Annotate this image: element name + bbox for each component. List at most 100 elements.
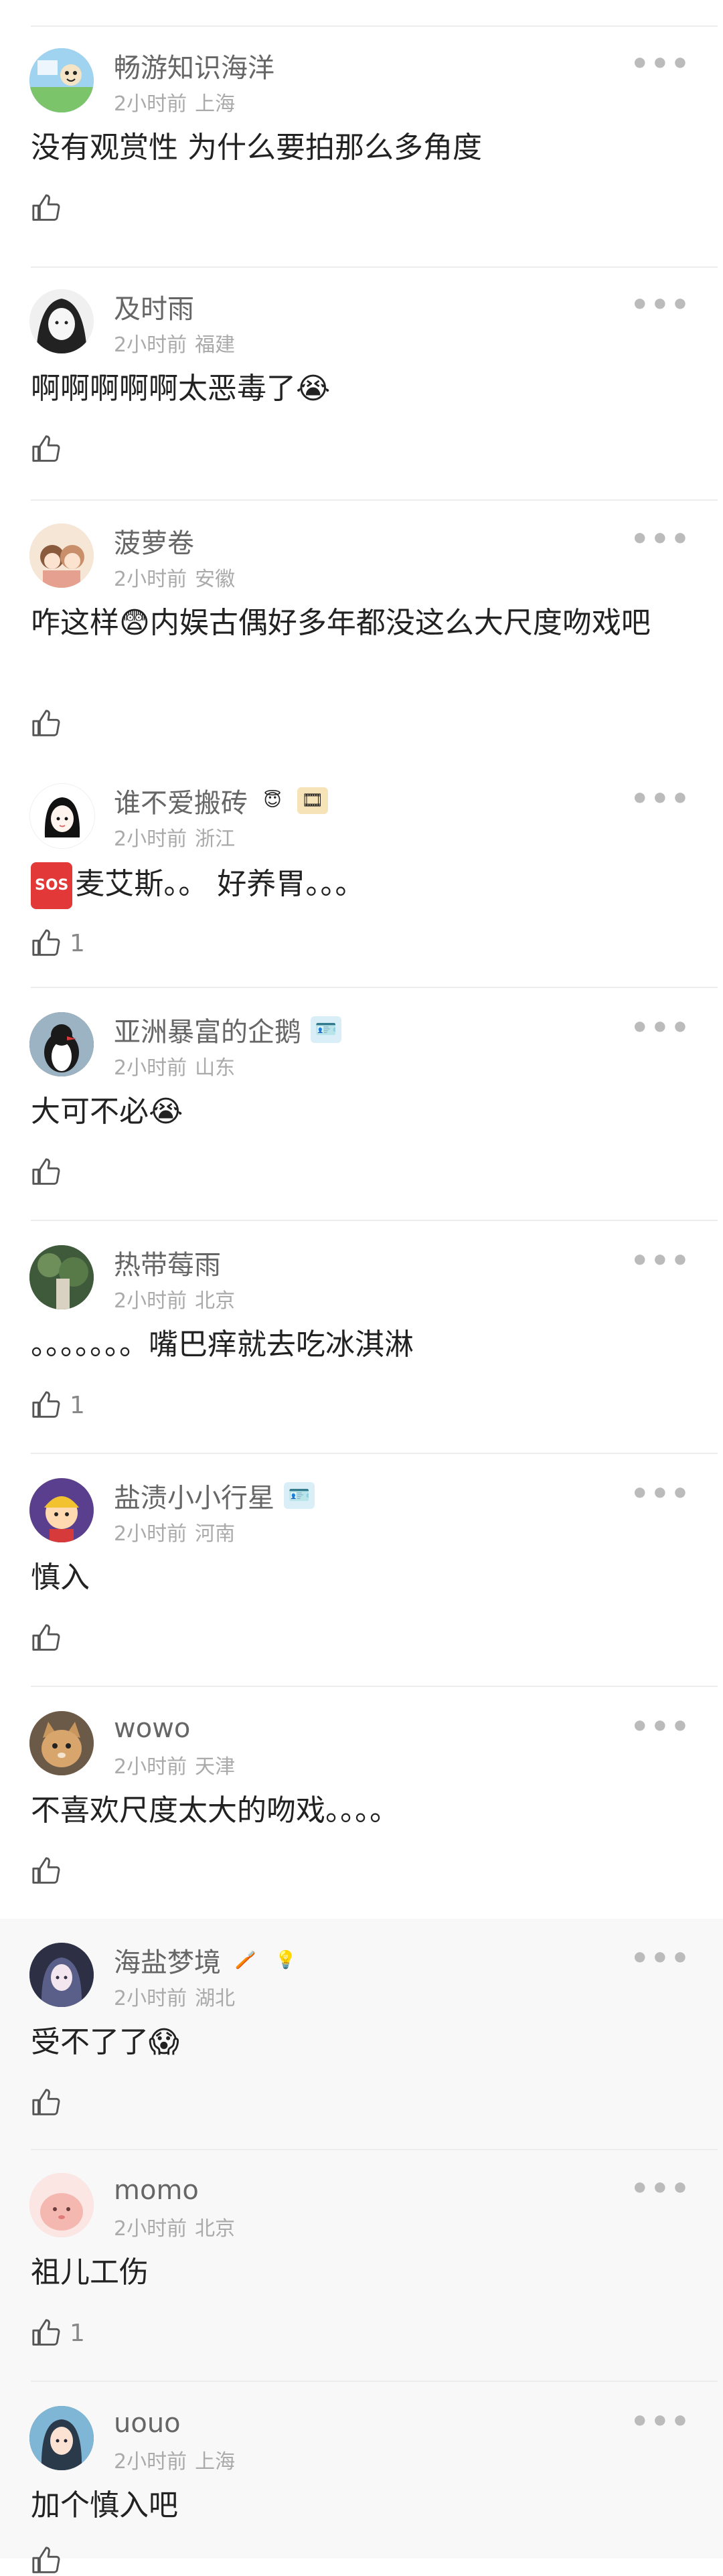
comment-item: 盐渍小小行星 🪪 2小时前 河南 ••• 慎入 bbox=[0, 1478, 723, 1679]
timestamp: 2小时前 bbox=[114, 2217, 187, 2241]
comment-item: 及时雨 2小时前 福建 ••• 啊啊啊啊啊太恶毒了😭 bbox=[0, 289, 723, 490]
more-dots-icon[interactable]: ••• bbox=[631, 2407, 691, 2437]
avatar[interactable] bbox=[29, 783, 95, 849]
avatar[interactable] bbox=[29, 524, 94, 588]
comment-text: 没有观赏性 为什么要拍那么多角度 bbox=[31, 131, 482, 165]
more-dots-icon[interactable]: ••• bbox=[631, 1944, 691, 1974]
thumb-up-icon bbox=[32, 710, 60, 736]
timestamp: 2小时前 bbox=[114, 1056, 187, 1080]
thumb-up-icon bbox=[32, 2547, 60, 2573]
comment-item: 畅游知识海洋 2小时前 上海 ••• 没有观赏性 为什么要拍那么多角度 bbox=[0, 48, 723, 262]
username[interactable]: 海盐梦境 bbox=[114, 1941, 221, 1980]
like-button[interactable] bbox=[31, 1856, 70, 1886]
like-count: 1 bbox=[70, 1391, 85, 1419]
divider bbox=[31, 25, 718, 27]
like-button[interactable] bbox=[31, 1157, 70, 1188]
username[interactable]: wowo bbox=[114, 1713, 190, 1744]
location: 山东 bbox=[195, 1056, 236, 1080]
comment-item: momo 2小时前 北京 ••• 祖儿工伤 1 bbox=[0, 2173, 723, 2374]
avatar[interactable] bbox=[29, 48, 94, 112]
comment-item: uouo 2小时前 上海 ••• 加个慎入吧 bbox=[0, 2406, 723, 2573]
comment-meta: 2小时前 上海 bbox=[114, 2445, 235, 2474]
thumb-up-icon bbox=[32, 2089, 60, 2115]
divider bbox=[31, 2381, 718, 2382]
divider bbox=[31, 266, 718, 268]
like-button[interactable]: 1 bbox=[31, 928, 85, 959]
timestamp: 2小时前 bbox=[114, 333, 187, 357]
like-button[interactable] bbox=[31, 1623, 70, 1654]
like-count: 1 bbox=[70, 2319, 85, 2347]
like-button[interactable] bbox=[31, 434, 70, 465]
more-dots-icon[interactable]: ••• bbox=[631, 1479, 691, 1509]
username[interactable]: 亚洲暴富的企鹅 bbox=[114, 1010, 301, 1049]
avatar[interactable] bbox=[29, 1245, 94, 1309]
comment-meta: 2小时前 福建 bbox=[114, 328, 235, 357]
scared-emoji-icon: 😨 bbox=[119, 606, 150, 640]
lightbulb-badge-icon: 💡 bbox=[274, 1950, 297, 1970]
avatar[interactable] bbox=[29, 1943, 94, 2007]
divider bbox=[31, 2149, 718, 2150]
divider bbox=[31, 499, 718, 501]
comment-meta: 2小时前 上海 bbox=[114, 87, 235, 116]
avatar[interactable] bbox=[29, 2173, 94, 2237]
like-button[interactable] bbox=[31, 708, 70, 739]
location: 上海 bbox=[195, 2450, 236, 2474]
comment-meta: 2小时前 北京 bbox=[114, 1284, 235, 1313]
like-button[interactable]: 1 bbox=[31, 2318, 85, 2348]
timestamp: 2小时前 bbox=[114, 92, 187, 116]
more-dots-icon[interactable]: ••• bbox=[631, 785, 691, 814]
comment-item: 海盐梦境 🪥 💡 2小时前 湖北 ••• 受不了了😱 bbox=[0, 1943, 723, 2144]
comment-text: SOS 麦艾斯。。 好养胃。。。 bbox=[31, 862, 683, 909]
username[interactable]: momo bbox=[114, 2175, 199, 2206]
comment-text: 。。。。。。。嘴巴痒就去吃冰淇淋 bbox=[31, 1327, 414, 1362]
username[interactable]: 盐渍小小行星 bbox=[114, 1476, 274, 1515]
username[interactable]: 热带莓雨 bbox=[114, 1243, 221, 1282]
avatar[interactable] bbox=[29, 1711, 94, 1775]
divider bbox=[31, 1220, 718, 1221]
comment-item: 谁不爱搬砖 😇 🎞 2小时前 浙江 ••• SOS 麦艾斯。。 好养胃。。。 1 bbox=[0, 783, 723, 964]
more-dots-icon[interactable]: ••• bbox=[631, 291, 691, 320]
like-button[interactable] bbox=[31, 2087, 70, 2118]
thumb-up-icon bbox=[32, 194, 60, 221]
username[interactable]: 菠萝卷 bbox=[114, 521, 194, 560]
like-button[interactable]: 1 bbox=[31, 1390, 85, 1421]
username[interactable]: uouo bbox=[114, 2408, 181, 2439]
avatar[interactable] bbox=[29, 1012, 94, 1076]
screaming-emoji-icon: 😱 bbox=[149, 2025, 179, 2059]
location: 上海 bbox=[195, 92, 236, 116]
toothbrush-badge-icon: 🪥 bbox=[234, 1950, 257, 1970]
thumb-up-icon bbox=[32, 1391, 60, 1418]
comment-item: 热带莓雨 2小时前 北京 ••• 。。。。。。。嘴巴痒就去吃冰淇淋 1 bbox=[0, 1245, 723, 1446]
more-dots-icon[interactable]: ••• bbox=[631, 2174, 691, 2204]
comment-meta: 2小时前 山东 bbox=[114, 1051, 235, 1080]
like-button[interactable] bbox=[31, 193, 70, 224]
timestamp: 2小时前 bbox=[114, 568, 187, 591]
more-dots-icon[interactable]: ••• bbox=[631, 1712, 691, 1742]
avatar[interactable] bbox=[29, 2406, 94, 2470]
location: 北京 bbox=[195, 1289, 236, 1313]
comment-meta: 2小时前 天津 bbox=[114, 1750, 235, 1779]
more-dots-icon[interactable]: ••• bbox=[631, 1014, 691, 1043]
thumb-up-icon bbox=[32, 435, 60, 462]
more-dots-icon[interactable]: ••• bbox=[631, 525, 691, 554]
divider bbox=[31, 1686, 718, 1687]
avatar[interactable] bbox=[29, 289, 94, 353]
username[interactable]: 谁不爱搬砖 bbox=[114, 781, 248, 820]
more-dots-icon[interactable]: ••• bbox=[631, 1246, 691, 1276]
thumb-up-icon bbox=[32, 1158, 60, 1185]
like-count: 1 bbox=[70, 929, 85, 957]
thumb-up-icon bbox=[32, 1857, 60, 1884]
more-dots-icon[interactable]: ••• bbox=[631, 50, 691, 79]
username[interactable]: 畅游知识海洋 bbox=[114, 46, 274, 85]
username[interactable]: 及时雨 bbox=[114, 287, 194, 326]
comment-feed: 畅游知识海洋 2小时前 上海 ••• 没有观赏性 为什么要拍那么多角度 及时雨 2… bbox=[0, 0, 723, 2573]
timestamp: 2小时前 bbox=[114, 827, 187, 851]
halo-badge-icon: 😇 bbox=[263, 791, 282, 811]
film-badge-icon: 🎞 bbox=[297, 787, 328, 814]
comment-text: 啊啊啊啊啊太恶毒了😭 bbox=[31, 368, 683, 410]
like-button[interactable] bbox=[31, 2545, 70, 2576]
timestamp: 2小时前 bbox=[114, 2450, 187, 2474]
avatar[interactable] bbox=[29, 1478, 94, 1542]
comment-meta: 2小时前 河南 bbox=[114, 1517, 235, 1546]
location: 福建 bbox=[195, 333, 236, 357]
